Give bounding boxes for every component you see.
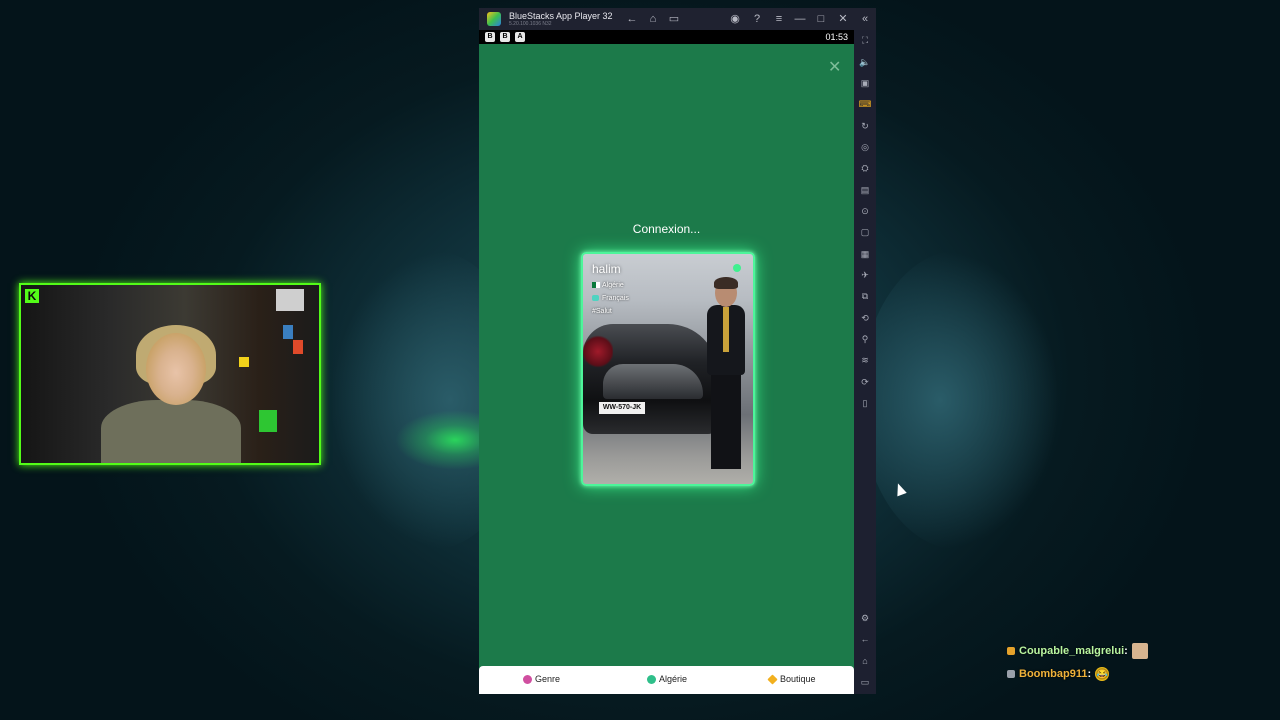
rotate-icon[interactable]: ↻ <box>858 119 872 133</box>
home-icon[interactable]: ⌂ <box>646 12 660 26</box>
person-legs <box>711 374 741 469</box>
chat-username: Coupable_malgrelui <box>1019 644 1125 657</box>
notification-icon: A <box>515 32 525 42</box>
profile-language: Français <box>592 295 629 302</box>
window-version: 5.20.100.1036 N32 <box>509 21 552 27</box>
layers-icon[interactable]: ≋ <box>858 353 872 367</box>
profile-card[interactable]: WW-570-JK halim Algérie Français #Salut <box>581 252 755 486</box>
screenshot-icon[interactable]: ⊙ <box>858 204 872 218</box>
car-window <box>603 364 703 399</box>
kick-logo-icon: K <box>25 289 39 303</box>
titlebar: BlueStacks App Player 32 5.20.100.1036 N… <box>479 8 876 30</box>
multi-instance-icon[interactable]: ⧉ <box>858 289 872 303</box>
record-icon[interactable]: ◎ <box>858 140 872 154</box>
background-right-shape <box>860 250 1060 550</box>
bluestacks-window: BlueStacks App Player 32 5.20.100.1036 N… <box>479 8 876 694</box>
back-arrow-icon[interactable]: ← <box>625 12 639 26</box>
recent-apps-icon[interactable]: ▭ <box>667 12 681 26</box>
person-tie <box>723 307 729 352</box>
android-status-bar: B B A 01:53 <box>479 30 854 44</box>
nav-genre[interactable]: Genre <box>523 674 561 685</box>
panel-icon[interactable]: ▯ <box>858 396 872 410</box>
location-icon[interactable]: ⚲ <box>858 332 872 346</box>
shelf-figure <box>283 325 293 339</box>
chat-username: Boombap911 <box>1019 667 1088 680</box>
android-home-icon[interactable]: ⌂ <box>858 654 872 668</box>
profile-hashtag: #Salut <box>592 308 612 315</box>
chat-badge-icon <box>1007 670 1015 678</box>
airplane-icon[interactable]: ✈ <box>858 268 872 282</box>
bluestacks-logo-icon <box>487 12 501 26</box>
fullscreen-icon[interactable]: ⛶ <box>858 33 872 47</box>
nav-shop-label: Boutique <box>780 674 816 684</box>
chat-separator: : <box>1124 644 1128 657</box>
nav-genre-label: Genre <box>535 674 561 684</box>
notification-icon: B <box>500 32 510 42</box>
face-emote-icon <box>1131 643 1148 659</box>
nav-country-label: Algérie <box>659 674 688 684</box>
close-icon[interactable]: ✕ <box>828 60 841 76</box>
person-image <box>705 277 750 479</box>
streamer-face <box>146 333 206 405</box>
shelf-figure <box>293 340 303 354</box>
volume-icon[interactable]: 🔈 <box>858 55 872 69</box>
status-time: 01:53 <box>825 32 848 42</box>
diamond-icon <box>767 674 778 685</box>
green-light <box>259 410 277 432</box>
bottom-nav: Genre Algérie Boutique <box>479 666 854 694</box>
chat-message: Boombap911: 😂 <box>1007 667 1110 681</box>
person-hair <box>714 277 738 289</box>
nav-shop[interactable]: Boutique <box>767 674 816 685</box>
android-recent-icon[interactable]: ▭ <box>858 675 872 689</box>
webcam-overlay: K <box>19 283 321 465</box>
eco-mode-icon[interactable]: ⟲ <box>858 311 872 325</box>
chat-separator: : <box>1087 667 1092 680</box>
bluestacks-sidebar: ⛶ 🔈 ▣ ⌨ ↻ ◎ ⛭ ▤ ⊙ ▢ ▦ ✈ ⧉ ⟲ ⚲ ≋ ⟳ ▯ ⚙ ← … <box>854 30 876 694</box>
apk-icon[interactable]: ▤ <box>858 183 872 197</box>
app-screen: ✕ Connexion... WW-570-JK halim Algérie F… <box>479 44 854 694</box>
android-back-icon[interactable]: ← <box>858 632 872 646</box>
media-folder-icon[interactable]: ▦ <box>858 247 872 261</box>
collapse-sidebar-icon[interactable]: « <box>858 12 872 26</box>
account-icon[interactable]: ◉ <box>728 12 742 26</box>
close-icon[interactable]: ✕ <box>836 12 850 26</box>
streamer-body <box>101 400 241 463</box>
online-status-dot <box>733 264 741 272</box>
globe-icon <box>647 675 656 685</box>
language-icon <box>592 295 599 302</box>
window-title: BlueStacks App Player 32 <box>509 11 613 21</box>
screen-icon[interactable]: ▣ <box>858 76 872 90</box>
profile-country-label: Algérie <box>602 282 624 289</box>
notification-icon: B <box>485 32 495 42</box>
keyboard-icon[interactable]: ⌨ <box>858 97 872 111</box>
chat-badge-icon <box>1007 647 1015 655</box>
chat-message: Coupable_malgrelui: <box>1007 643 1148 659</box>
gender-icon <box>523 675 532 685</box>
profile-name: halim <box>592 262 621 276</box>
help-icon[interactable]: ? <box>750 12 764 26</box>
profile-language-label: Français <box>602 295 629 302</box>
license-plate: WW-570-JK <box>599 402 645 414</box>
laughing-emote-icon: 😂 <box>1095 667 1110 681</box>
flowers-image <box>583 334 613 369</box>
gamepad-icon[interactable]: ⛭ <box>858 161 872 175</box>
profile-country: Algérie <box>592 282 624 289</box>
video-icon[interactable]: ▢ <box>858 225 872 239</box>
maximize-icon[interactable]: □ <box>814 12 828 26</box>
wall-picture <box>276 289 304 311</box>
menu-icon[interactable]: ≡ <box>772 12 786 26</box>
minimize-icon[interactable]: — <box>793 12 807 26</box>
algeria-flag-icon <box>592 282 600 289</box>
shelf-figure <box>239 357 249 367</box>
nav-country[interactable]: Algérie <box>647 674 688 685</box>
sync-icon[interactable]: ⟳ <box>858 375 872 389</box>
settings-gear-icon[interactable]: ⚙ <box>858 611 872 625</box>
connecting-text: Connexion... <box>632 222 701 236</box>
